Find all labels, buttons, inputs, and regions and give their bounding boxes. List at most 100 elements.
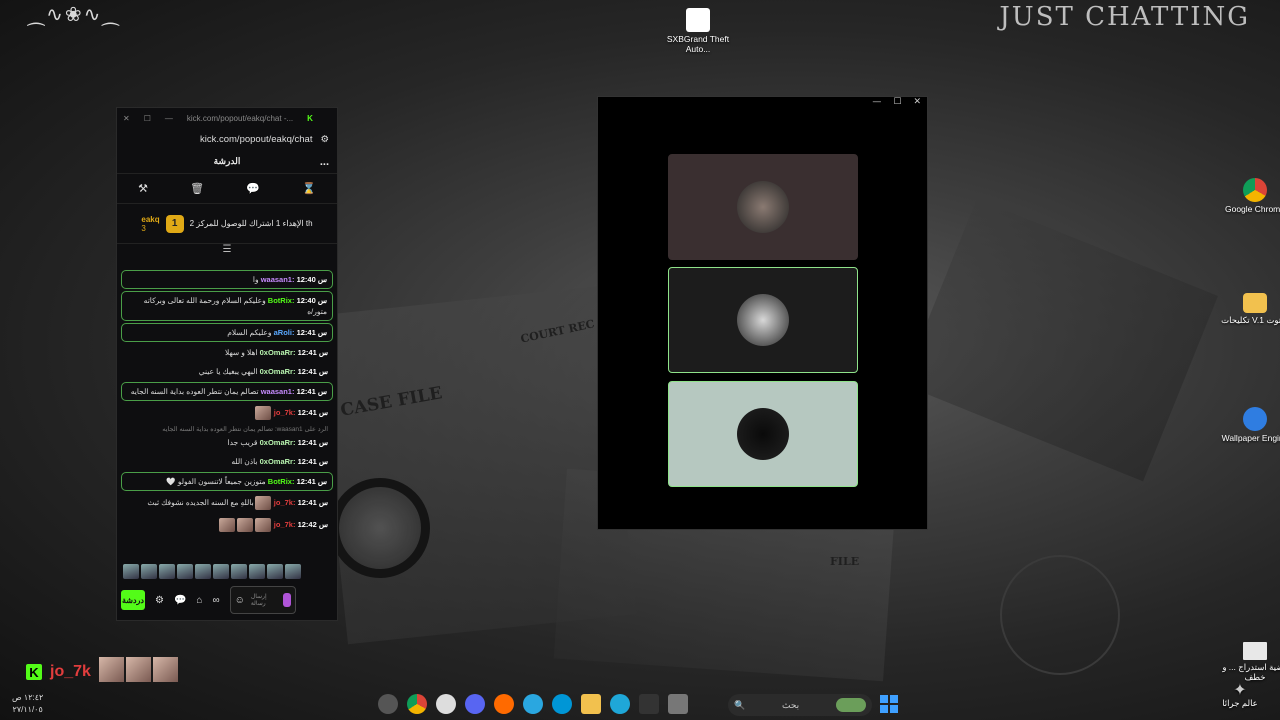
app-icon[interactable] [668, 694, 688, 714]
emote-image[interactable] [249, 564, 265, 579]
more-options-button[interactable]: ... [320, 156, 329, 168]
trash-icon[interactable]: 🗑 [190, 182, 204, 195]
chat-input-bar: دردشة ⚙ 💬 ⌂ ∞ ☺ إرسال رسالة [117, 580, 337, 620]
hourglass-icon[interactable]: ⌛ [302, 182, 316, 195]
app-icon[interactable] [494, 694, 514, 714]
emote-image[interactable] [213, 564, 229, 579]
chat-message[interactable]: 12:40 س BotRix: وعليكم السلام ورحمة الله… [121, 291, 333, 321]
message-username[interactable]: jo_7k: [274, 519, 296, 530]
chat-message[interactable]: 12:41 س jo_7k: باللهِ مع السنه الجديده ن… [121, 493, 333, 513]
desktop-icon-document[interactable]: قضية استدراج ... و خطف [1220, 642, 1280, 683]
close-icon[interactable]: ✕ [913, 97, 921, 111]
start-button[interactable] [880, 695, 898, 713]
chat-message[interactable]: 12:41 س BotRix: متوزين جميعاً لاتنسون ال… [121, 472, 333, 491]
emote-image[interactable] [267, 564, 283, 579]
message-username[interactable]: waasan1: [261, 386, 295, 397]
emote-image[interactable] [285, 564, 301, 579]
wallpaper-file: FILE [830, 555, 860, 568]
taskbar-apps [378, 694, 688, 714]
url-bar[interactable]: kick.com/popout/eakq/chat ⚙ [117, 128, 337, 150]
message-username[interactable]: BotRix: [268, 295, 295, 306]
chat-message[interactable]: 12:41 س jo_7k: [121, 403, 333, 423]
emote-image[interactable] [231, 564, 247, 579]
filter-lines-icon[interactable]: ☰ [117, 244, 337, 258]
edge-icon[interactable] [610, 694, 630, 714]
message-username[interactable]: jo_7k: [274, 497, 296, 508]
chat-message[interactable]: 12:41 س aRoli: وعليكم السلام [121, 323, 333, 342]
discord-icon[interactable] [465, 694, 485, 714]
message-username[interactable]: BotRix: [268, 476, 295, 487]
message-text: وعليكم السلام [227, 328, 272, 337]
store-icon[interactable] [639, 694, 659, 714]
taskbar-clock[interactable]: ١٢:٤٢ ص ٢٧/١١/٠٥ [12, 692, 43, 716]
message-username[interactable]: 0xOmaRr: [260, 437, 296, 448]
chrome-icon[interactable] [407, 694, 427, 714]
message-text: باللهِ مع السنه الجديده نشوفك ثبث [147, 497, 254, 507]
participant-tile[interactable] [668, 381, 858, 487]
minimize-icon[interactable]: — [872, 97, 881, 111]
emoji-icon[interactable]: ☺ [235, 595, 245, 606]
desktop-icon-gta[interactable]: SXBGrand Theft Auto... [663, 8, 733, 55]
emote-image[interactable] [123, 564, 139, 579]
emote-image [254, 406, 271, 420]
app-icon[interactable] [523, 694, 543, 714]
chat-bubble-icon[interactable]: 💬 [246, 182, 260, 195]
app-icon[interactable] [378, 694, 398, 714]
store-icon[interactable]: ⌂ [196, 595, 202, 606]
gear-icon[interactable]: ⚙ [155, 595, 164, 606]
maximize-icon[interactable]: ☐ [144, 114, 151, 123]
chat-message[interactable]: 12:41 س waasan1: تصالم يمان نتطر العوده … [121, 382, 333, 401]
gift-text: الإهداء 1 اشتراك للوصول للمركز 2 th [189, 219, 313, 228]
desktop-icon-label: قضية استدراج ... و خطف [1222, 662, 1280, 682]
emote-image[interactable] [195, 564, 211, 579]
chat-message[interactable]: 12:41 س 0xOmaRr: قريب جدا [121, 434, 333, 451]
participant-tile[interactable] [668, 267, 858, 373]
chat-message[interactable]: 12:41 س 0xOmaRr: باذن الله [121, 453, 333, 470]
emote-image[interactable] [141, 564, 157, 579]
message-username[interactable]: jo_7k: [274, 407, 296, 418]
emote-image [218, 518, 235, 532]
clock-time: ١٢:٤٢ ص [12, 693, 44, 702]
message-username[interactable]: waasan1: [261, 274, 295, 285]
desktop-icon-wallpaper-engine[interactable]: Wallpaper Engine [1220, 407, 1280, 444]
chat-message-input[interactable]: ☺ إرسال رسالة [229, 586, 296, 614]
emote-image[interactable] [177, 564, 193, 579]
chat-message[interactable]: 12:41 س 0xOmaRr: اهلا و سهلا [121, 344, 333, 361]
window-controls: — ☐ ✕ [598, 97, 927, 111]
hammer-icon[interactable]: ⚒ [138, 182, 148, 195]
close-icon[interactable]: ✕ [123, 114, 130, 123]
chat-bubble-icon[interactable]: 💬 [174, 595, 186, 606]
participant-tile[interactable] [668, 154, 858, 260]
search-icon: 🔍 [734, 699, 746, 710]
message-username[interactable]: aRoli: [274, 327, 295, 338]
infinity-icon[interactable]: ∞ [212, 595, 219, 606]
minimize-icon[interactable]: — [165, 114, 173, 123]
maximize-icon[interactable]: ☐ [893, 97, 901, 111]
send-button[interactable]: دردشة [121, 590, 145, 610]
folder-icon[interactable] [581, 694, 601, 714]
message-username[interactable]: 0xOmaRr: [260, 366, 296, 377]
hp-icon[interactable] [552, 694, 572, 714]
chat-overlay-latest: K jo_7k [26, 657, 180, 687]
settings-sliders-icon[interactable]: ⚙ [320, 134, 329, 145]
chat-message[interactable]: 12:42 س jo_7k: [121, 515, 333, 535]
message-username[interactable]: 0xOmaRr: [260, 347, 296, 358]
chat-message[interactable]: 12:41 س 0xOmaRr: البهي يبغيك يا عيني [121, 363, 333, 380]
desktop-icon-chrome[interactable]: Google Chrome [1220, 178, 1280, 215]
url-text: kick.com/popout/eakq/chat [199, 133, 313, 145]
message-username[interactable]: 0xOmaRr: [260, 456, 296, 467]
pinned-gift-banner: eakq 3 1 الإهداء 1 اشتراك للوصول للمركز … [117, 204, 337, 244]
desktop-icon-label: تكليحات V.1 اليتوت [1221, 315, 1280, 325]
wallpaper-cup [1000, 555, 1120, 675]
message-text: قريب جدا [227, 438, 258, 447]
rank-badge: 1 [165, 214, 184, 233]
chat-message[interactable]: 12:40 س waasan1: وا [121, 270, 333, 289]
emote-image[interactable] [159, 564, 175, 579]
message-text: اهلا و سهلا [224, 348, 258, 357]
emote-image [254, 496, 271, 510]
message-time: 12:41 س [296, 387, 327, 396]
settings-icon[interactable] [436, 694, 456, 714]
taskbar-search[interactable]: 🔍 بحث [728, 694, 872, 716]
desktop-icon-folder[interactable]: تكليحات V.1 اليتوت [1220, 293, 1280, 326]
message-text: باذن الله [231, 457, 258, 466]
